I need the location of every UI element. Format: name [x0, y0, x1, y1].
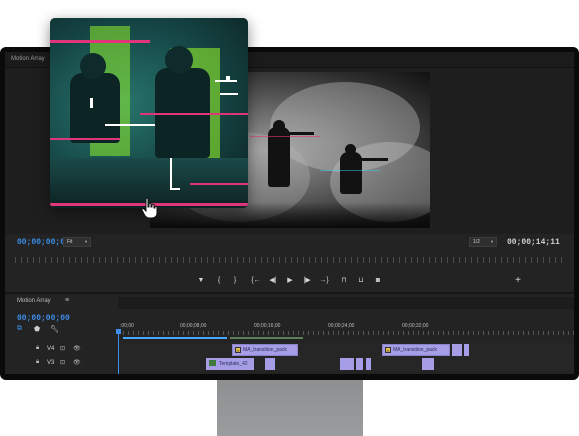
add-marker-icon[interactable]: ▼ — [195, 274, 207, 288]
go-to-out-icon[interactable]: →} — [318, 274, 330, 288]
clip[interactable] — [265, 358, 275, 370]
eye-icon[interactable]: 👁︎ — [73, 359, 81, 366]
timeline-tab[interactable]: Motion Array — [17, 298, 51, 304]
track-v3-area[interactable]: Template_42 — [118, 357, 574, 371]
marker-icon[interactable]: ⬟ — [34, 325, 40, 333]
timeline-zoom-bar[interactable] — [118, 297, 574, 309]
ruler-label: 00;00;16;00 — [254, 323, 281, 329]
clip[interactable] — [452, 344, 462, 356]
step-forward-icon[interactable]: |▶ — [301, 274, 313, 288]
clip[interactable] — [366, 358, 371, 370]
timeline-timecode[interactable]: 00;00;00;00 — [17, 314, 70, 323]
ruler-label: 00;00;24;00 — [328, 323, 355, 329]
sync-icon[interactable]: ⊡ — [60, 359, 65, 366]
clip[interactable] — [340, 358, 354, 370]
step-back-icon[interactable]: ◀| — [267, 274, 279, 288]
fx-badge: fx — [385, 347, 391, 353]
graphic-icon — [209, 360, 216, 366]
zoom-dropdown[interactable]: Fit ▼ — [63, 237, 91, 247]
eye-icon[interactable]: 👁︎ — [73, 345, 81, 352]
app-title: Motion Array — [11, 56, 45, 62]
panel-divider[interactable] — [5, 292, 574, 294]
chevron-down-icon: ▼ — [490, 239, 494, 244]
go-to-in-icon[interactable]: {← — [250, 274, 262, 288]
chevron-down-icon: ▼ — [84, 239, 88, 244]
sync-icon[interactable]: ⊡ — [60, 345, 65, 352]
clip[interactable]: fx MA_transition_pack — [232, 344, 298, 356]
wrench-icon[interactable]: 🔧︎ — [50, 325, 59, 333]
clip[interactable]: fx MA_transition_pack — [382, 344, 450, 356]
timeline-header: Motion Array ≡ — [5, 296, 574, 310]
resolution-value: 1/2 — [473, 239, 480, 245]
monitor-scrub-ruler[interactable] — [15, 257, 565, 263]
transport-controls: ▼ { } {← ◀| ▶ |▶ →} ⊓ ⊔ ◙ + — [5, 274, 574, 288]
glitch-preview-card — [50, 18, 248, 208]
current-timecode[interactable]: 00;00;00;00 — [17, 238, 70, 247]
export-frame-icon[interactable]: ◙ — [372, 274, 384, 288]
zoom-value: Fit — [67, 239, 73, 245]
clip[interactable]: Template_42 — [206, 358, 254, 370]
hand-cursor-icon — [141, 197, 158, 219]
timeline-tools: ⧉ ⬟ 🔧︎ — [17, 325, 77, 335]
track-v3: 🔒︎ V3 ⊡ 👁︎ Template_42 — [5, 357, 574, 371]
lock-icon[interactable]: 🔒︎ — [36, 345, 39, 352]
extract-icon[interactable]: ⊔ — [355, 274, 367, 288]
track-v4: 🔒︎ V4 ⊡ 👁︎ fx MA_transition_pack fx MA_t… — [5, 343, 574, 357]
monitor-stand — [217, 378, 363, 436]
fx-badge: fx — [235, 347, 241, 353]
clip-label: MA_transition_pack — [243, 347, 287, 353]
nest-icon[interactable]: ⧉ — [17, 325, 22, 333]
lock-icon[interactable]: 🔒︎ — [36, 359, 39, 366]
lift-icon[interactable]: ⊓ — [338, 274, 350, 288]
clip[interactable] — [464, 344, 469, 356]
ruler-label: 00;00;32;00 — [402, 323, 429, 329]
render-bar — [230, 337, 303, 339]
clip[interactable] — [356, 358, 363, 370]
ruler-label: :00;00 — [120, 323, 134, 329]
mark-out-icon[interactable]: } — [229, 274, 241, 288]
work-area-bar[interactable] — [123, 337, 227, 339]
product-showcase: Motion Array 00;00;00;00 Fit ▼ 1/2 ▼ 00;… — [0, 0, 579, 436]
menu-icon[interactable]: ≡ — [65, 297, 69, 304]
playhead[interactable] — [118, 330, 119, 374]
ruler-label: 00;00;08;00 — [180, 323, 207, 329]
clip[interactable] — [422, 358, 434, 370]
play-icon[interactable]: ▶ — [284, 274, 296, 288]
clip-label: Template_42 — [219, 361, 248, 367]
duration-timecode: 00;00;14;11 — [507, 238, 560, 247]
add-button-icon[interactable]: + — [512, 274, 524, 288]
track-label: V3 — [47, 360, 55, 366]
timeline-ruler[interactable]: :00;00 00;00;08;00 00;00;16;00 00;00;24;… — [118, 320, 574, 336]
track-v4-area[interactable]: fx MA_transition_pack fx MA_transition_p… — [118, 343, 574, 357]
mark-in-icon[interactable]: { — [213, 274, 225, 288]
clip-label: MA_transition_pack — [393, 347, 437, 353]
monitor-controls: 00;00;00;00 Fit ▼ 1/2 ▼ 00;00;14;11 — [5, 234, 574, 252]
resolution-dropdown[interactable]: 1/2 ▼ — [469, 237, 497, 247]
track-label: V4 — [47, 346, 55, 352]
